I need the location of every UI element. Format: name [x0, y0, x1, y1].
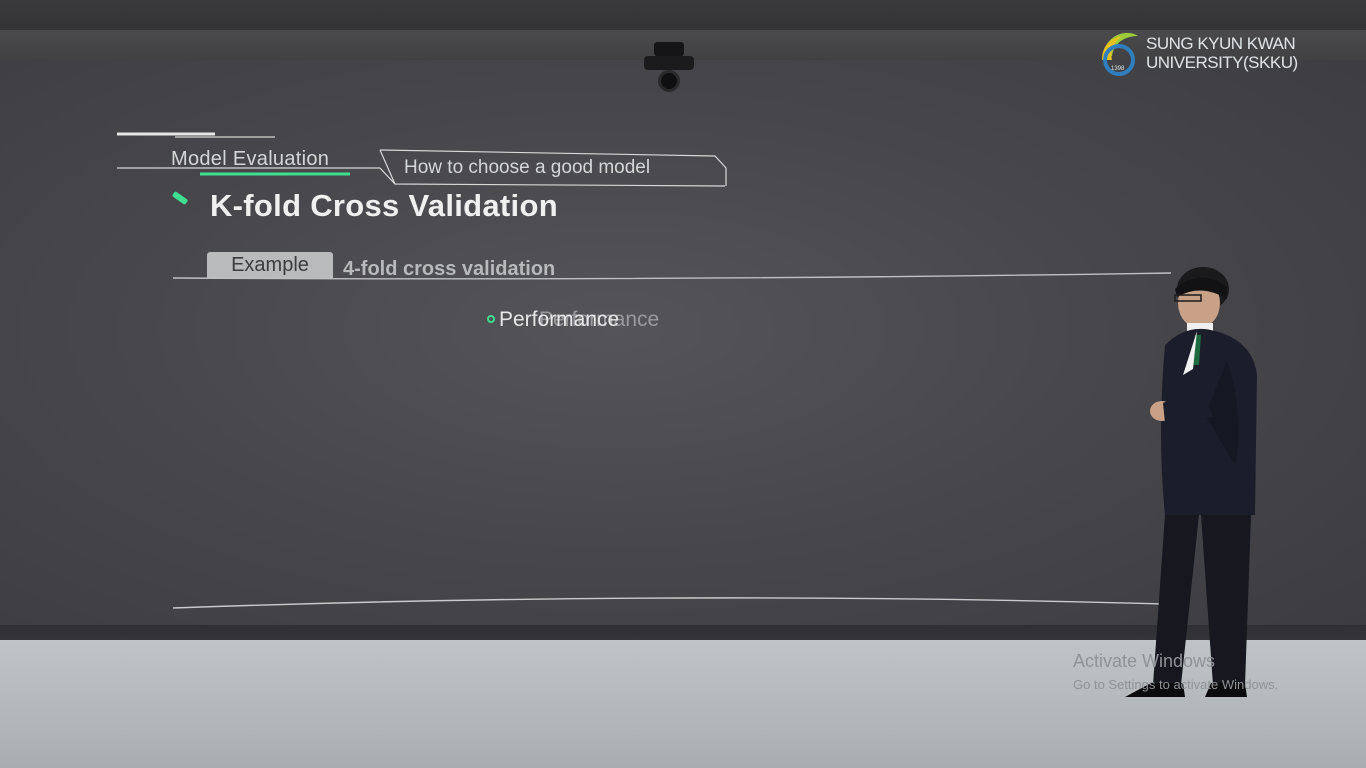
camera-mount — [654, 42, 684, 56]
divider-top — [173, 272, 1171, 280]
camera-body — [644, 56, 694, 70]
circle-bullet-icon — [487, 315, 495, 323]
activate-windows-subtitle: Go to Settings to activate Windows. — [1073, 677, 1279, 692]
seal-text: 1398 — [1111, 66, 1125, 72]
university-logo: 1398 SUNG KYUN KWAN UNIVERSITY(SKKU) — [1096, 26, 1336, 80]
divider-bottom — [173, 597, 1163, 609]
breadcrumb-section: Model Evaluation — [171, 148, 330, 170]
university-name: SUNG KYUN KWAN UNIVERSITY(SKKU) — [1146, 34, 1298, 72]
breadcrumb-subsection: How to choose a good model — [404, 157, 651, 178]
activate-windows-title: Activate Windows — [1073, 651, 1216, 671]
slide-title: K-fold Cross Validation — [210, 188, 558, 223]
ptz-camera-icon — [642, 42, 696, 100]
university-name-line2: UNIVERSITY(SKKU) — [1146, 53, 1298, 72]
skku-emblem-icon: 1398 — [1102, 32, 1138, 76]
bullet-text: Performance — [499, 308, 620, 331]
presenter — [1125, 267, 1257, 697]
university-name-line1: SUNG KYUN KWAN — [1146, 34, 1296, 53]
camera-lens — [658, 70, 680, 92]
